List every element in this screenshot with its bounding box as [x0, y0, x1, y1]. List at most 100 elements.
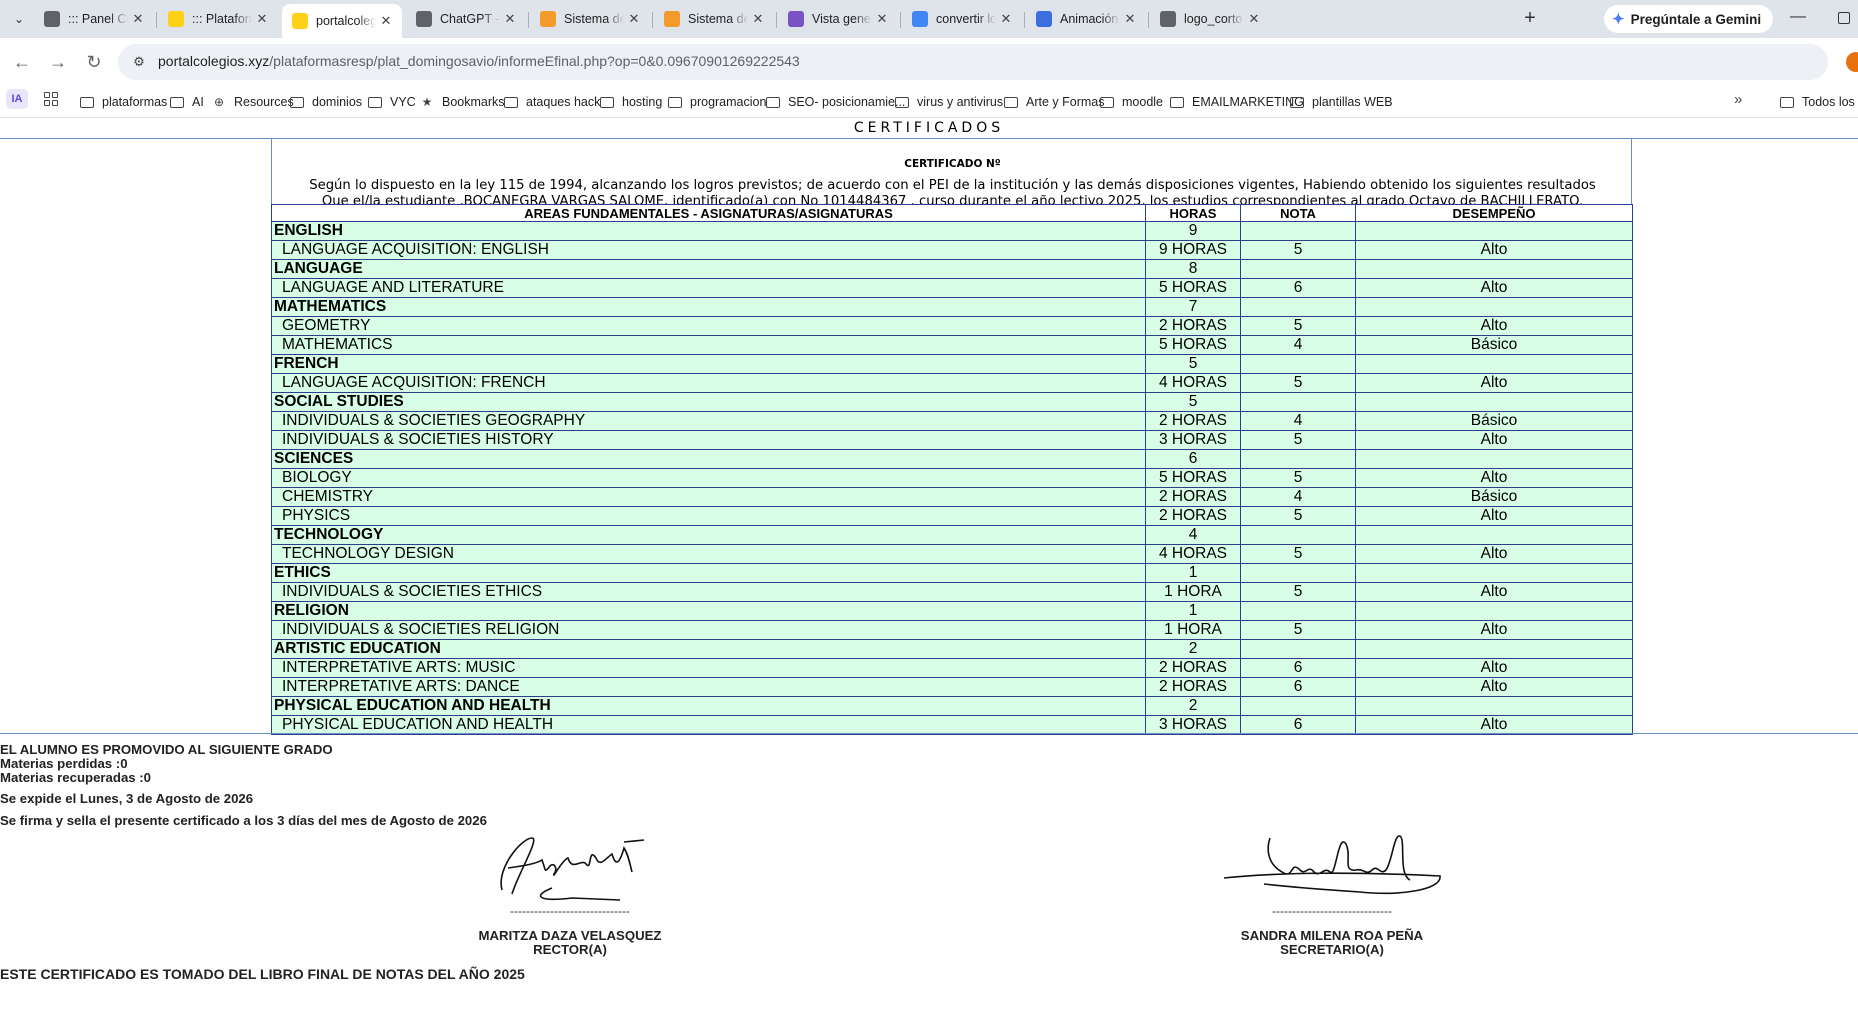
ia-badge[interactable]: IA: [6, 89, 28, 109]
tab-title: ::: Panel Colegios: [68, 12, 128, 26]
subject-row: LANGUAGE AND LITERATURE 5 HORAS 6 Alto: [271, 278, 1633, 298]
bookmark-item[interactable]: dominios: [290, 93, 362, 111]
page-title: CERTIFICADOS: [853, 120, 1005, 136]
bookmark-item[interactable]: ataques hack: [504, 93, 600, 111]
close-tab-icon[interactable]: ✕: [748, 11, 768, 27]
browser-tab[interactable]: ::: Panel Colegios✕: [34, 4, 154, 34]
cell-nota: 6: [1240, 278, 1356, 298]
url-path: /plataformasresp/plat_domingosavio/infor…: [269, 53, 800, 69]
tab-favicon-icon: [44, 11, 60, 27]
close-tab-icon[interactable]: ✕: [1244, 11, 1264, 27]
cell-nota: [1240, 259, 1356, 279]
cell-horas: 1: [1145, 601, 1241, 621]
cell-horas: 4: [1145, 525, 1241, 545]
cell-desempeno: Alto: [1355, 240, 1633, 260]
reload-button[interactable]: ↻: [82, 50, 106, 74]
cell-desempeno: Básico: [1355, 487, 1633, 507]
bookmarks-overflow-chevron-icon[interactable]: »: [1734, 91, 1742, 108]
back-button[interactable]: ←: [10, 50, 34, 74]
bookmark-label: programacion: [690, 95, 767, 109]
bookmark-item[interactable]: moodle: [1100, 93, 1163, 111]
browser-tab[interactable]: Vista general |...✕: [778, 4, 898, 34]
url-text[interactable]: portalcolegios.xyz/plataformasresp/plat_…: [158, 53, 800, 69]
tab-favicon-icon: [540, 11, 556, 27]
tab-favicon-icon: [788, 11, 804, 27]
close-tab-icon[interactable]: ✕: [1120, 11, 1140, 27]
bookmark-item[interactable]: VYC: [368, 93, 416, 111]
bookmark-item[interactable]: ⊕ Resources: [212, 93, 294, 111]
apps-grid-icon[interactable]: [44, 92, 58, 106]
close-tab-icon[interactable]: ✕: [624, 11, 644, 27]
close-tab-icon[interactable]: ✕: [252, 11, 272, 27]
bookmark-item[interactable]: hosting: [600, 93, 662, 111]
cell-desempeno: [1355, 392, 1633, 412]
close-tab-icon[interactable]: ✕: [128, 11, 148, 27]
folder-icon: [1780, 96, 1794, 108]
bookmark-item[interactable]: SEO- posicionamie...: [766, 93, 905, 111]
gemini-button[interactable]: ✦ Pregúntale a Gemini: [1604, 5, 1774, 33]
bookmark-item[interactable]: AI: [170, 93, 204, 111]
area-row: TECHNOLOGY 4: [271, 525, 1633, 545]
tab-separator: [1148, 12, 1149, 28]
bookmark-item[interactable]: plataformas: [80, 93, 167, 111]
cell-desempeno: Alto: [1355, 430, 1633, 450]
cell-name: ARTISTIC EDUCATION: [271, 639, 1146, 659]
cell-nota: 4: [1240, 487, 1356, 507]
close-tab-icon[interactable]: ✕: [500, 11, 520, 27]
cell-horas: 6: [1145, 449, 1241, 469]
cell-nota: 5: [1240, 620, 1356, 640]
browser-tab[interactable]: convertir logo...✕: [902, 4, 1022, 34]
bookmark-item[interactable]: EMAILMARKETING: [1170, 93, 1304, 111]
header-desempeno: DESEMPEÑO: [1355, 204, 1633, 222]
tab-search-button[interactable]: ⌄: [8, 8, 30, 30]
address-bar[interactable]: ⚙ portalcolegios.xyz/plataformasresp/pla…: [118, 44, 1828, 80]
cell-name: LANGUAGE: [271, 259, 1146, 279]
cell-name: INDIVIDUALS & SOCIETIES ETHICS: [271, 582, 1146, 602]
cell-desempeno: Alto: [1355, 278, 1633, 298]
cell-horas: 8: [1145, 259, 1241, 279]
bookmark-label: AI: [192, 95, 204, 109]
site-info-icon[interactable]: ⚙: [130, 53, 148, 71]
cell-name: BIOLOGY: [271, 468, 1146, 488]
cell-name: SOCIAL STUDIES: [271, 392, 1146, 412]
bookmark-item[interactable]: programacion: [668, 93, 766, 111]
all-bookmarks-button[interactable]: Todos los: [1780, 93, 1855, 111]
browser-tab[interactable]: Sistema de pa...✕: [654, 4, 774, 34]
tab-separator: [156, 12, 157, 28]
close-tab-icon[interactable]: ✕: [376, 13, 396, 29]
close-tab-icon[interactable]: ✕: [872, 11, 892, 27]
bookmark-label: virus y antivirus: [917, 95, 1004, 109]
browser-tab[interactable]: ChatGPT - disc...✕: [406, 4, 526, 34]
bookmarks-bar: plataformas AI ⊕ Resources dominios VYC ★ Bookm…: [0, 86, 1858, 118]
cell-name: LANGUAGE ACQUISITION: ENGLISH: [271, 240, 1146, 260]
maximize-button[interactable]: [1838, 12, 1850, 24]
gemini-sparkle-icon: ✦: [1612, 11, 1625, 28]
bookmark-item[interactable]: virus y antivirus: [895, 93, 1003, 111]
bookmark-item[interactable]: Arte y Formas: [1004, 93, 1105, 111]
cell-name: CHEMISTRY: [271, 487, 1146, 507]
all-bookmarks-label: Todos los: [1802, 95, 1855, 109]
cell-nota: [1240, 354, 1356, 374]
cell-nota: 5: [1240, 544, 1356, 564]
url-host: portalcolegios.xyz: [158, 53, 270, 69]
bookmark-item[interactable]: ★ Bookmarks: [420, 93, 505, 111]
folder-icon: [1170, 96, 1184, 108]
minimize-button[interactable]: —: [1790, 8, 1806, 26]
browser-tab[interactable]: ::: Plataforma de...✕: [158, 4, 278, 34]
close-tab-icon[interactable]: ✕: [996, 11, 1016, 27]
cell-nota: [1240, 639, 1356, 659]
browser-tab[interactable]: portalcolegios✕: [282, 4, 402, 38]
browser-tab[interactable]: Animación de...✕: [1026, 4, 1146, 34]
header-horas: HORAS: [1145, 204, 1241, 222]
cell-horas: 1 HORA: [1145, 582, 1241, 602]
cell-desempeno: [1355, 639, 1633, 659]
forward-button[interactable]: →: [46, 50, 70, 74]
browser-tab[interactable]: logo_corto_tra...✕: [1150, 4, 1270, 34]
star-icon: ★: [421, 95, 433, 109]
lost-subjects-text: Materias perdidas :0: [0, 756, 128, 771]
folder-icon: [80, 96, 94, 108]
new-tab-button[interactable]: +: [1518, 8, 1542, 30]
area-row: LANGUAGE 8: [271, 259, 1633, 279]
bookmark-item[interactable]: plantillas WEB: [1290, 93, 1393, 111]
browser-tab[interactable]: Sistema de No...✕: [530, 4, 650, 34]
